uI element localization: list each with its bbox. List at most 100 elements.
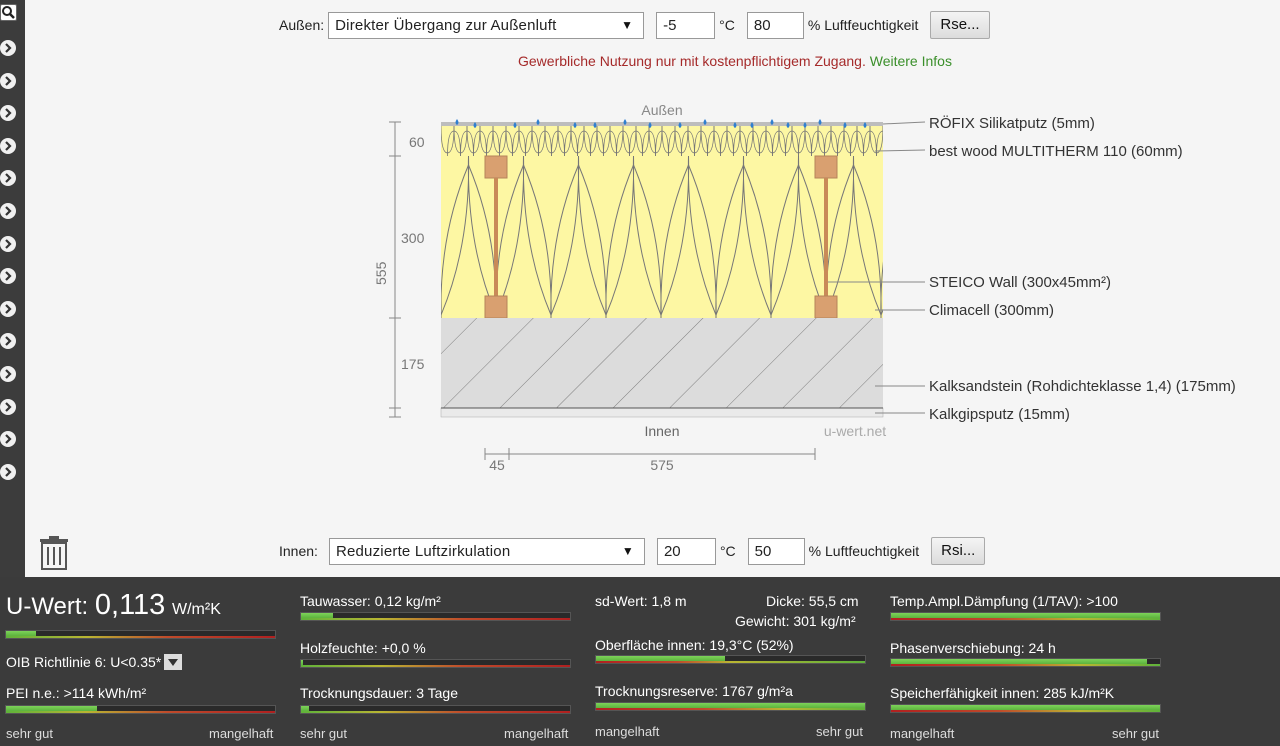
scale-good-4: sehr gut: [1112, 726, 1159, 741]
chevron-down-icon: ▼: [621, 543, 634, 558]
sidebar-arrow-icon[interactable]: [0, 463, 16, 480]
layer-label-2: best wood MULTITHERM 110 (60mm): [929, 143, 1183, 160]
oib-dropdown-button[interactable]: [164, 654, 183, 670]
dim-woodfibre: 60: [409, 134, 425, 150]
dim-stud-spacing: 575: [650, 457, 674, 473]
temp-ampl-bar: [890, 612, 1161, 621]
tauwasser-bar: [300, 612, 571, 621]
chevron-down-icon: ▼: [621, 17, 634, 32]
u-value-number: 0,113: [94, 589, 166, 621]
speicher-text: Speicherfähigkeit innen: 285 kJ/m²K: [890, 685, 1115, 701]
trocknungsdauer-bar: [300, 705, 571, 714]
dim-masonry: 175: [401, 356, 425, 372]
outside-humidity-input[interactable]: 80: [746, 11, 804, 39]
outside-humidity-unit: % Luftfeuchtigkeit: [807, 17, 919, 33]
sidebar-arrow-icon[interactable]: [0, 105, 16, 122]
notice-text: Gewerbliche Nutzung nur mit kostenpflich…: [518, 53, 866, 69]
layer-label-1: RÖFIX Silikatputz (5mm): [929, 114, 1095, 132]
layer-label-5: Kalksandstein (Rohdichteklasse 1,4) (175…: [929, 378, 1236, 395]
scale-bad-4: mangelhaft: [890, 726, 955, 741]
scale-good-3: sehr gut: [816, 724, 863, 739]
sidebar-arrow-icon[interactable]: [0, 40, 16, 56]
trash-icon[interactable]: [39, 536, 69, 570]
watermark: u-wert.net: [824, 423, 886, 439]
speicher-bar: [890, 704, 1161, 713]
u-value-unit: W/m²K: [171, 601, 221, 618]
layer-climacell: [441, 156, 883, 318]
scale-bad-2: mangelhaft: [504, 726, 569, 741]
scale-bad-3: mangelhaft: [595, 724, 660, 739]
sidebar-arrow-icon[interactable]: [0, 366, 16, 382]
sidebar-arrow-icon[interactable]: [0, 268, 16, 285]
outside-side-label: Außen: [641, 102, 682, 118]
more-info-link[interactable]: Weitere Infos: [870, 53, 952, 69]
outside-select-value: Direkter Übergang zur Außenluft: [335, 16, 557, 34]
inside-humidity-input[interactable]: 50: [747, 537, 805, 565]
outside-temp-unit: °C: [719, 17, 735, 33]
layer-kalkgipsputz: [440, 407, 884, 418]
holzfeuchte-text: Holzfeuchte: +0,0 %: [300, 640, 426, 656]
phase-bar: [890, 658, 1161, 667]
thickness-dimension: [389, 121, 401, 418]
dim-stud-width: 45: [489, 457, 505, 473]
wall-construction-drawing: Außen Innen u-wert.net 60 300 175 555 45…: [373, 102, 1236, 473]
holzfeuchte-bar: [300, 659, 571, 668]
app-window: Außen: Direkter Übergang zur Außenluft ▼…: [0, 0, 1280, 746]
trocknungsreserve-bar: [595, 702, 866, 711]
dim-insulation: 300: [401, 230, 425, 246]
oib-requirement: OIB Richtlinie 6: U<0.35*: [6, 654, 183, 670]
layer-silikatputz: [441, 122, 883, 126]
sidebar-arrow-icon[interactable]: [0, 137, 16, 154]
layer-label-3: STEICO Wall (300x45mm²): [929, 274, 1111, 291]
sidebar-arrow-icon[interactable]: [0, 235, 16, 252]
inside-label: Innen:: [279, 543, 318, 559]
oberflaeche-text: Oberfläche innen: 19,3°C (52%): [595, 637, 794, 653]
outside-transition-select[interactable]: Direkter Übergang zur Außenluft ▼: [328, 11, 645, 39]
dicke-text: Dicke: 55,5 cm: [766, 593, 859, 609]
oberflaeche-bar: [595, 655, 866, 664]
sidebar-arrow-icon[interactable]: [0, 431, 16, 448]
pei-text: PEI n.e.: >114 kWh/m²: [6, 685, 147, 701]
sidebar-arrow-icon[interactable]: [0, 300, 16, 317]
inside-select-value: Reduzierte Luftzirkulation: [335, 542, 511, 560]
phase-text: Phasenverschiebung: 24 h: [890, 640, 1056, 656]
inside-circulation-select[interactable]: Reduzierte Luftzirkulation ▼: [328, 537, 645, 565]
sidebar-arrow-icon[interactable]: [0, 333, 16, 350]
rse-button[interactable]: Rse...: [930, 11, 990, 39]
inside-conditions: Innen: Reduzierte Luftzirkulation ▼ 20 °…: [279, 537, 986, 565]
temp-ampl-text: Temp.Ampl.Dämpfung (1/TAV): >100: [890, 593, 1118, 609]
inside-temp-unit: °C: [719, 543, 736, 559]
outside-label: Außen:: [279, 17, 325, 33]
outside-temperature-input[interactable]: -5: [656, 11, 716, 39]
gewicht-text: Gewicht: 301 kg/m²: [735, 613, 856, 629]
sd-value-text: sd-Wert: 1,8 m: [595, 593, 687, 609]
search-icon[interactable]: [0, 4, 17, 21]
pei-bar: [5, 705, 276, 714]
u-value-label: U-Wert:: [6, 593, 89, 620]
dim-total: 555: [373, 261, 389, 285]
sidebar-arrow-icon[interactable]: [0, 170, 16, 187]
u-value-bar: [5, 630, 276, 639]
commercial-notice: Gewerbliche Nutzung nur mit kostenpflich…: [518, 53, 952, 69]
outside-conditions: Außen: Direkter Übergang zur Außenluft ▼…: [279, 11, 990, 39]
rsi-button[interactable]: Rsi...: [931, 537, 986, 565]
layer-label-6: Kalkgipsputz (15mm): [929, 406, 1070, 423]
trocknungsdauer-text: Trocknungsdauer: 3 Tage: [300, 685, 458, 701]
inside-humidity-unit: % Luftfeuchtigkeit: [808, 543, 920, 559]
kalksandstein-hatch: [441, 318, 883, 408]
u-value: U-Wert: 0,113 W/m²K: [6, 589, 221, 622]
inside-side-label: Innen: [644, 423, 679, 439]
scale-bad-1: mangelhaft: [209, 726, 274, 741]
oib-text: OIB Richtlinie 6: U<0.35*: [6, 654, 162, 670]
layer-label-4: Climacell (300mm): [929, 302, 1054, 319]
left-toolbar: [0, 0, 25, 577]
sidebar-arrow-icon[interactable]: [0, 203, 16, 219]
sidebar-arrow-icon[interactable]: [0, 398, 16, 415]
sidebar-arrow-icon[interactable]: [0, 72, 16, 89]
trocknungsreserve-text: Trocknungsreserve: 1767 g/m²a: [595, 683, 793, 699]
scale-good-1: sehr gut: [6, 726, 53, 741]
tauwasser-text: Tauwasser: 0,12 kg/m²: [300, 593, 441, 609]
inside-temperature-input[interactable]: 20: [656, 537, 716, 565]
scale-good-2: sehr gut: [300, 726, 347, 741]
results-panel: U-Wert: 0,113 W/m²K OIB Richtlinie 6: U<…: [0, 577, 1280, 746]
